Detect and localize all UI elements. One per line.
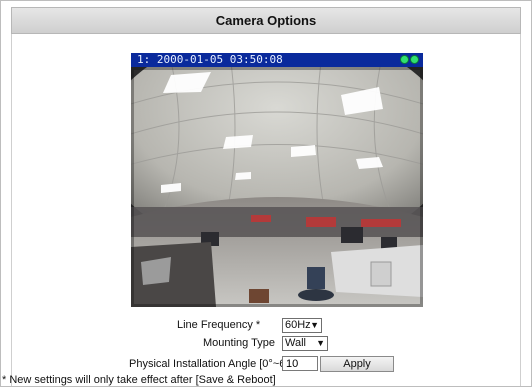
line-frequency-value: 60Hz — [285, 319, 311, 331]
line-frequency-row: Line Frequency * 60Hz ▼ — [1, 317, 532, 333]
installation-angle-label: Physical Installation Angle [0°~65°] — [129, 358, 299, 370]
mounting-type-label: Mounting Type — [203, 337, 275, 349]
installation-angle-input[interactable] — [282, 356, 318, 371]
osd-timestamp: 1: 2000-01-05 03:50:08 — [137, 53, 283, 66]
mounting-type-select[interactable]: Wall ▼ — [282, 336, 328, 351]
record-indicator-icon — [400, 55, 409, 64]
camera-preview: 1: 2000-01-05 03:50:08 — [131, 53, 423, 307]
record-indicator-icon — [410, 55, 419, 64]
chevron-down-icon: ▼ — [310, 320, 319, 330]
chevron-down-icon: ▼ — [316, 338, 325, 348]
installation-angle-row: Physical Installation Angle [0°~65°] App… — [1, 356, 532, 372]
line-frequency-select[interactable]: 60Hz ▼ — [282, 318, 322, 333]
osd-bar: 1: 2000-01-05 03:50:08 — [131, 53, 423, 67]
panel-title: Camera Options — [11, 7, 521, 34]
mounting-type-value: Wall — [285, 337, 306, 349]
office-fisheye-image — [131, 67, 423, 307]
apply-button[interactable]: Apply — [320, 356, 394, 372]
reboot-note: * New settings will only take effect aft… — [2, 374, 276, 386]
camera-options-panel: Camera Options 1: 2000-01-05 03:50:08 Li… — [0, 0, 532, 387]
line-frequency-label: Line Frequency * — [177, 319, 261, 331]
mounting-type-row: Mounting Type Wall ▼ — [1, 335, 532, 351]
